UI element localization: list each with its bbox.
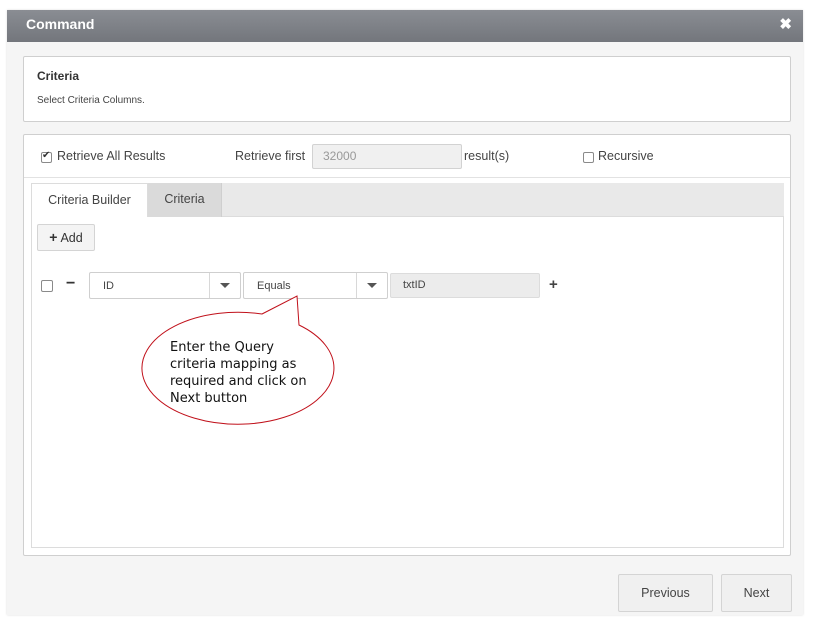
callout-bubble <box>141 295 335 425</box>
previous-button[interactable]: Previous <box>618 574 713 612</box>
callout-line: required and click on <box>170 374 307 389</box>
next-button[interactable]: Next <box>721 574 792 612</box>
callout-line: criteria mapping as <box>170 357 297 372</box>
callout-line: Enter the Query <box>170 340 274 355</box>
callout-line: Next button <box>170 391 248 406</box>
callout-text: Enter the Query criteria mapping as requ… <box>170 339 330 407</box>
